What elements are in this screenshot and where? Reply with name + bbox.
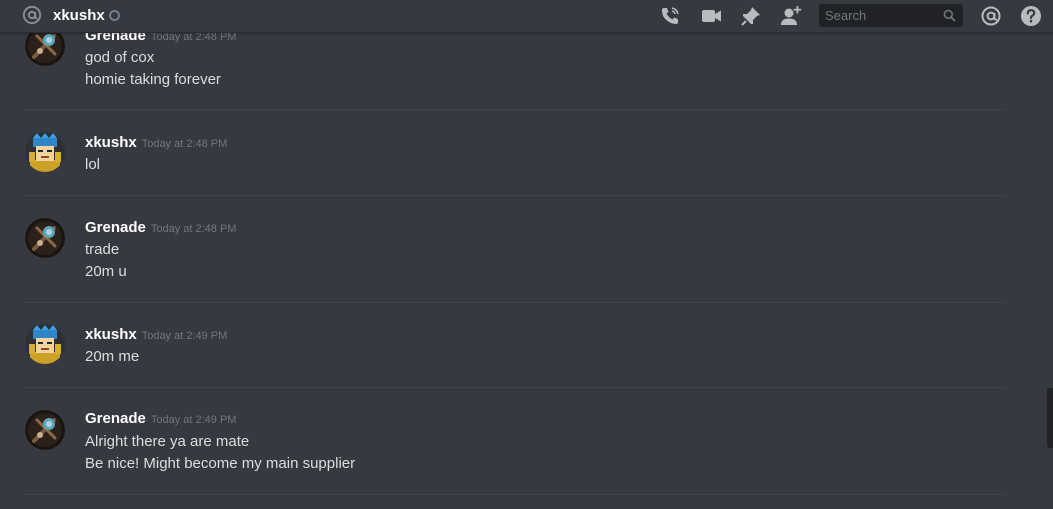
channel-header: xkushx — [0, 0, 1053, 33]
author-name[interactable]: Grenade — [85, 410, 146, 427]
message-list[interactable]: Grenade Today at 2:48 PM god of cox homie… — [0, 0, 1053, 509]
search-icon[interactable] — [943, 9, 956, 22]
search-box[interactable] — [819, 4, 963, 27]
search-input[interactable] — [819, 4, 937, 27]
message-author[interactable]: Grenade Today at 2:49 PM — [85, 410, 236, 427]
message-divider — [24, 494, 1006, 495]
message-group: Grenade Today at 2:49 PM Alright there ya… — [0, 0, 1006, 495]
message-line: Alright there ya are mate — [85, 433, 250, 450]
pin-icon[interactable] — [740, 5, 762, 27]
at-icon — [22, 5, 42, 25]
status-offline-icon — [109, 10, 120, 21]
grenade-avatar-icon — [25, 410, 65, 450]
channel-name: xkushx — [53, 7, 105, 24]
scrollbar-thumb[interactable] — [1047, 388, 1053, 448]
help-icon[interactable] — [1020, 5, 1042, 27]
avatar[interactable] — [25, 410, 65, 450]
mentions-icon[interactable] — [980, 5, 1002, 27]
message-timestamp: Today at 2:49 PM — [150, 414, 237, 426]
message-line: Be nice! Might become my main supplier — [85, 455, 356, 472]
add-friend-icon[interactable] — [780, 5, 802, 27]
video-icon[interactable] — [700, 5, 722, 27]
call-icon[interactable] — [659, 5, 681, 27]
dm-window: Grenade Today at 2:48 PM god of cox homie… — [0, 0, 1053, 509]
